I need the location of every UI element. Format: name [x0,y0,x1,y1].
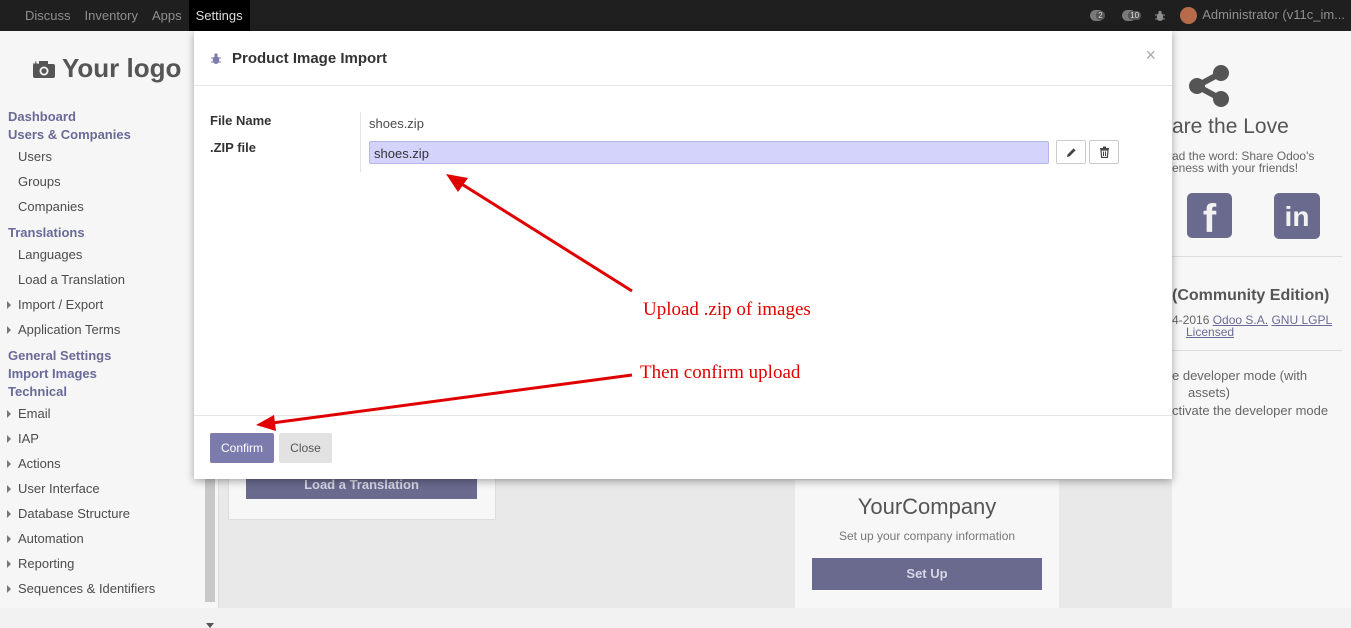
edition-title: (Community Edition) [1172,287,1330,304]
sidebar: + Your logo Dashboard Users & Companies Us… [0,31,219,628]
share-subtitle-2: eness with your friends! [1172,161,1299,175]
zip-file-input[interactable]: shoes.zip [369,141,1049,164]
company-title: YourCompany [857,494,997,519]
logo-text: Your logo [62,53,182,83]
facebook-icon[interactable]: f [1187,193,1232,241]
sidebar-item-translations[interactable]: Translations [0,224,210,242]
divider [360,112,361,172]
company-subtitle: Set up your company information [838,529,1016,543]
delete-file-button[interactable] [1089,140,1119,164]
close-button[interactable]: Close [279,433,332,463]
sidebar-item-companies[interactable]: Companies [0,194,210,219]
avatar [1180,7,1198,25]
sidebar-item-user-interface[interactable]: User Interface [0,476,210,501]
scroll-down-icon[interactable] [206,623,214,628]
app-menu-item-settings[interactable]: Settings [188,0,250,31]
debug-bug-icon[interactable] [1154,10,1166,22]
sidebar-item-groups[interactable]: Groups [0,169,210,194]
user-name: Administrator (v11c_im... [1202,6,1345,22]
company-logo[interactable]: + Your logo [32,53,181,84]
svg-text:+: + [32,60,40,70]
sidebar-item-application-terms[interactable]: Application Terms [0,317,210,342]
confirm-annotation: Then confirm upload [640,362,801,383]
file-name-field[interactable]: shoes.zip [369,116,424,131]
deactivate-dev-mode-link[interactable]: ctivate the developer mode [1172,403,1328,418]
license-link[interactable]: GNU LGPL [1271,313,1332,327]
trash-icon [1100,146,1109,158]
top-navbar: Discuss Inventory Apps Settings 2 10 Admini… [0,0,1351,31]
camera-icon: + [32,60,55,78]
sidebar-item-languages[interactable]: Languages [0,242,210,267]
linkedin-icon[interactable]: in [1274,193,1320,239]
dialog-header: Product Image Import × [194,31,1172,86]
sidebar-item-database-structure[interactable]: Database Structure [0,501,210,526]
share-title: are the Love [1172,115,1289,138]
topbar-right: 2 10 Administrator (v11c_im... [1090,0,1351,31]
sidebar-item-actions[interactable]: Actions [0,451,210,476]
confirm-button[interactable]: Confirm [210,433,274,463]
chat-icon[interactable]: 2 [1090,9,1108,23]
setup-company-button[interactable]: Set Up [812,558,1042,590]
app-menu-item-inventory[interactable]: Inventory [78,0,145,31]
sidebar-item-reporting[interactable]: Reporting [0,551,210,576]
sidebar-item-dashboard[interactable]: Dashboard [0,108,210,126]
app-menu: Discuss Inventory Apps Settings [18,0,250,31]
dialog-footer: Confirm Close [194,415,1172,480]
divider [1172,350,1342,351]
divider [1172,256,1342,257]
sidebar-item-import-images[interactable]: Import Images [0,365,210,383]
activity-icon[interactable]: 10 [1122,9,1142,23]
dialog-title: Product Image Import [232,50,388,67]
dev-mode-assets: assets) [1188,385,1230,400]
edit-file-button[interactable] [1056,140,1086,164]
user-menu[interactable]: Administrator (v11c_im... [1180,6,1345,25]
zip-file-label: .ZIP file [210,140,256,155]
dev-mode-link[interactable]: e developer mode (with [1172,368,1307,383]
sidebar-item-import-export[interactable]: Import / Export [0,292,210,317]
close-icon[interactable]: × [1145,45,1156,66]
app-menu-item-discuss[interactable]: Discuss [18,0,78,31]
file-name-label: File Name [210,113,272,128]
upload-annotation: Upload .zip of images [643,299,811,320]
sidebar-item-users-companies[interactable]: Users & Companies [0,126,210,144]
settings-nav: Dashboard Users & Companies Users Groups Com… [0,108,210,601]
debug-bug-icon [211,53,221,64]
pencil-icon [1067,148,1076,157]
sidebar-item-users[interactable]: Users [0,144,210,169]
sidebar-item-email[interactable]: Email [0,401,210,426]
sidebar-item-technical[interactable]: Technical [0,383,210,401]
sidebar-item-automation[interactable]: Automation [0,526,210,551]
product-image-import-dialog: Product Image Import × File Name .ZIP fi… [194,31,1172,479]
sidebar-item-iap[interactable]: IAP [0,426,210,451]
share-icon [1189,65,1229,107]
licensed-link[interactable]: Licensed [1186,325,1234,339]
sidebar-scrollbar[interactable] [205,476,215,602]
sidebar-item-load-a-translation[interactable]: Load a Translation [0,267,210,292]
app-menu-item-apps[interactable]: Apps [145,0,189,31]
sidebar-item-sequences-identifiers[interactable]: Sequences & Identifiers [0,576,210,601]
sidebar-item-general-settings[interactable]: General Settings [0,347,210,365]
